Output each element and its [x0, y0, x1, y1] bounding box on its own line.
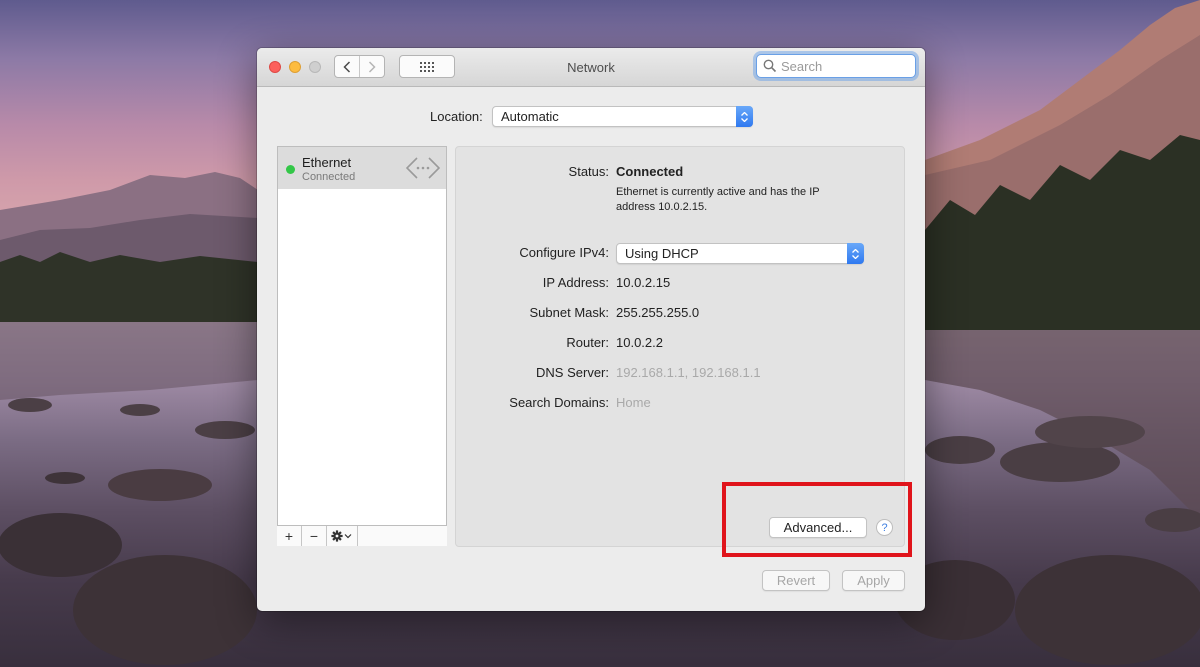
search-domains-label: Search Domains: — [509, 395, 609, 410]
status-dot-icon — [286, 165, 295, 174]
remove-service-button[interactable]: − — [302, 526, 327, 546]
router-value: 10.0.2.2 — [616, 335, 663, 350]
location-popup[interactable]: Automatic — [492, 106, 753, 127]
ip-address-label: IP Address: — [542, 275, 609, 290]
title-bar: Network — [257, 48, 925, 87]
service-list-toolbar: + − — [277, 525, 447, 546]
gear-icon — [331, 530, 352, 542]
add-service-button[interactable]: + — [277, 526, 302, 546]
subnet-mask-value: 255.255.255.0 — [616, 305, 700, 320]
apply-button[interactable]: Apply — [842, 570, 905, 591]
router-label: Router: — [566, 335, 609, 350]
status-value: Connected — [616, 164, 684, 179]
search-field[interactable] — [756, 54, 916, 78]
search-icon — [763, 59, 777, 73]
chevron-down-icon — [344, 534, 352, 539]
dns-server-label: DNS Server: — [536, 365, 609, 380]
location-value: Automatic — [501, 109, 559, 124]
popup-arrows-icon — [736, 106, 753, 127]
location-label: Location: — [430, 109, 483, 124]
status-label: Status: — [568, 164, 609, 179]
configure-ipv4-popup[interactable]: Using DHCP — [616, 243, 864, 264]
subnet-mask-label: Subnet Mask: — [529, 305, 610, 320]
service-item-ethernet[interactable]: Ethernet Connected — [278, 147, 446, 189]
service-list: Ethernet Connected + − — [277, 146, 447, 546]
configure-ipv4-value: Using DHCP — [625, 246, 699, 261]
dns-server-value: 192.168.1.1, 192.168.1.1 — [616, 365, 761, 380]
service-status: Connected — [302, 171, 356, 183]
ip-address-value: 10.0.2.15 — [616, 275, 671, 290]
action-menu-button[interactable] — [327, 526, 358, 546]
revert-button[interactable]: Revert — [762, 570, 830, 591]
ethernet-icon — [406, 157, 440, 179]
popup-arrows-icon — [847, 243, 864, 264]
configure-ipv4-label: Configure IPv4: — [519, 245, 609, 260]
search-input[interactable] — [781, 58, 901, 74]
service-name: Ethernet — [302, 155, 352, 170]
highlight-annotation-box — [722, 482, 912, 557]
status-description: Ethernet is currently active and has the… — [616, 186, 820, 213]
search-domains-value: Home — [616, 395, 651, 410]
